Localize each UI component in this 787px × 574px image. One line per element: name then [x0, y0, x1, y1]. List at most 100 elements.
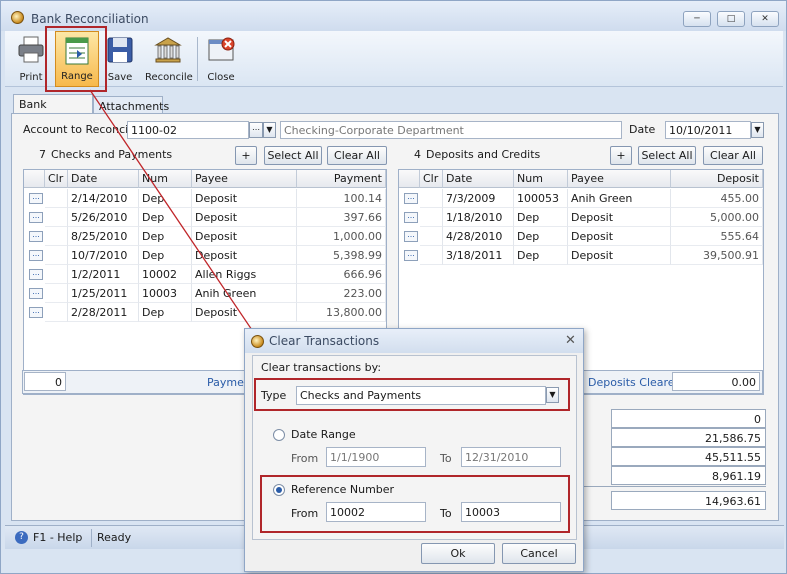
- date-dropdown-button[interactable]: ▼: [751, 122, 764, 138]
- deposits-row[interactable]: ... 7/3/2009 100053 Anih Green 455.00: [399, 189, 763, 208]
- checks-header-num[interactable]: Num: [139, 170, 192, 188]
- account-field[interactable]: 1100-02: [127, 121, 249, 139]
- checks-cell: Dep: [139, 246, 192, 265]
- checks-cell: 1/25/2011: [68, 284, 139, 303]
- checks-cell: 223.00: [297, 284, 386, 303]
- row-clear-cell[interactable]: [420, 189, 443, 208]
- deposits-header-payee[interactable]: Payee: [568, 170, 671, 188]
- checks-clear-all-button[interactable]: Clear All: [327, 146, 387, 165]
- deposits-row[interactable]: ... 1/18/2010 Dep Deposit 5,000.00: [399, 208, 763, 227]
- checks-count: 7: [39, 148, 46, 161]
- total-field-3: 45,511.55: [611, 447, 766, 466]
- deposits-row[interactable]: ... 4/28/2010 Dep Deposit 555.64: [399, 227, 763, 246]
- checks-select-all-button[interactable]: Select All: [264, 146, 322, 165]
- deposits-cell: Dep: [514, 227, 568, 246]
- row-clear-cell[interactable]: [45, 246, 68, 265]
- row-detail-button[interactable]: ...: [29, 288, 43, 299]
- date-range-radio[interactable]: [273, 429, 285, 441]
- date-to-field[interactable]: 12/31/2010: [461, 447, 561, 467]
- row-clear-cell[interactable]: [420, 227, 443, 246]
- printer-icon: [18, 36, 44, 63]
- date-field[interactable]: 10/10/2011: [665, 121, 751, 139]
- dialog-close-icon[interactable]: ✕: [565, 333, 576, 348]
- row-detail-button[interactable]: ...: [29, 269, 43, 280]
- save-label: Save: [107, 72, 133, 83]
- deposits-add-button[interactable]: +: [610, 146, 632, 165]
- row-clear-cell[interactable]: [420, 208, 443, 227]
- checks-header-payment[interactable]: Payment: [297, 170, 386, 188]
- row-detail-button[interactable]: ...: [29, 212, 43, 223]
- deposits-cell: Deposit: [568, 246, 671, 265]
- total-field-2: 21,586.75: [611, 428, 766, 447]
- totals-divider: [583, 486, 766, 487]
- row-detail-button[interactable]: ...: [404, 212, 418, 223]
- row-detail-button[interactable]: ...: [404, 250, 418, 261]
- deposits-cell: 5,000.00: [671, 208, 763, 227]
- deposits-cell: 3/18/2011: [443, 246, 514, 265]
- row-clear-cell[interactable]: [45, 189, 68, 208]
- checks-row[interactable]: ... 2/14/2010 Dep Deposit 100.14: [24, 189, 386, 208]
- checks-cell: 2/28/2011: [68, 303, 139, 322]
- row-clear-cell[interactable]: [420, 246, 443, 265]
- row-detail-button[interactable]: ...: [29, 250, 43, 261]
- payments-cleared-count: 0: [24, 372, 66, 391]
- row-clear-cell[interactable]: [45, 284, 68, 303]
- checks-row[interactable]: ... 10/7/2010 Dep Deposit 5,398.99: [24, 246, 386, 265]
- checks-cell: Allen Riggs: [192, 265, 297, 284]
- checks-cell: 666.96: [297, 265, 386, 284]
- checks-header-clr[interactable]: Clr: [45, 170, 68, 188]
- row-clear-cell[interactable]: [45, 208, 68, 227]
- close-window-button[interactable]: ✕: [751, 11, 779, 27]
- deposits-header-date[interactable]: Date: [443, 170, 514, 188]
- deposits-header-deposit[interactable]: Deposit: [671, 170, 763, 188]
- reconcile-button[interactable]: Reconcile: [145, 31, 193, 87]
- row-detail-button[interactable]: ...: [404, 193, 418, 204]
- row-detail-button[interactable]: ...: [29, 193, 43, 204]
- account-lookup-button[interactable]: ⋯: [249, 122, 263, 138]
- total-field-1: 0: [611, 409, 766, 428]
- checks-add-button[interactable]: +: [235, 146, 257, 165]
- account-description: Checking-Corporate Department: [280, 121, 622, 139]
- row-clear-cell[interactable]: [45, 227, 68, 246]
- clear-transactions-dialog: Clear Transactions ✕ Clear transactions …: [244, 328, 584, 572]
- reference-highlight-box: [260, 475, 570, 533]
- deposits-select-all-button[interactable]: Select All: [638, 146, 696, 165]
- deposits-row[interactable]: ... 3/18/2011 Dep Deposit 39,500.91: [399, 246, 763, 265]
- checks-row[interactable]: ... 1/25/2011 10003 Anih Green 223.00: [24, 284, 386, 303]
- checks-cell: Deposit: [192, 208, 297, 227]
- account-dropdown-button[interactable]: ▼: [263, 122, 276, 138]
- deposits-header-num[interactable]: Num: [514, 170, 568, 188]
- close-button[interactable]: Close: [203, 31, 239, 87]
- minimize-button[interactable]: ─: [683, 11, 711, 27]
- row-detail-button[interactable]: ...: [404, 231, 418, 242]
- ok-button[interactable]: Ok: [421, 543, 495, 564]
- date-range-label: Date Range: [291, 428, 356, 441]
- checks-header-date[interactable]: Date: [68, 170, 139, 188]
- deposits-cell: 1/18/2010: [443, 208, 514, 227]
- row-clear-cell[interactable]: [45, 303, 68, 322]
- save-button[interactable]: Save: [103, 31, 137, 87]
- checks-row[interactable]: ... 1/2/2011 10002 Allen Riggs 666.96: [24, 265, 386, 284]
- checks-row[interactable]: ... 5/26/2010 Dep Deposit 397.66: [24, 208, 386, 227]
- deposits-clear-all-button[interactable]: Clear All: [703, 146, 763, 165]
- row-detail-button[interactable]: ...: [29, 231, 43, 242]
- maximize-button[interactable]: □: [717, 11, 745, 27]
- checks-header-corner: [24, 170, 45, 188]
- row-clear-cell[interactable]: [45, 265, 68, 284]
- checks-cell: Dep: [139, 227, 192, 246]
- checks-row[interactable]: ... 8/25/2010 Dep Deposit 1,000.00: [24, 227, 386, 246]
- deposits-count: 4: [414, 148, 421, 161]
- checks-row[interactable]: ... 2/28/2011 Dep Deposit 13,800.00: [24, 303, 386, 322]
- help-text[interactable]: F1 - Help: [33, 531, 82, 544]
- deposits-header-clr[interactable]: Clr: [420, 170, 443, 188]
- app-icon: [11, 11, 24, 24]
- checks-header-payee[interactable]: Payee: [192, 170, 297, 188]
- row-detail-button[interactable]: ...: [29, 307, 43, 318]
- cancel-button[interactable]: Cancel: [502, 543, 576, 564]
- total-field-5: 14,963.61: [611, 491, 766, 510]
- date-from-field[interactable]: 1/1/1900: [326, 447, 426, 467]
- date-to-label: To: [440, 452, 452, 465]
- toolbar-separator: [197, 37, 198, 81]
- toolbar: Print Range Save Reconcile Close: [5, 31, 783, 87]
- dialog-title: Clear Transactions: [269, 334, 380, 348]
